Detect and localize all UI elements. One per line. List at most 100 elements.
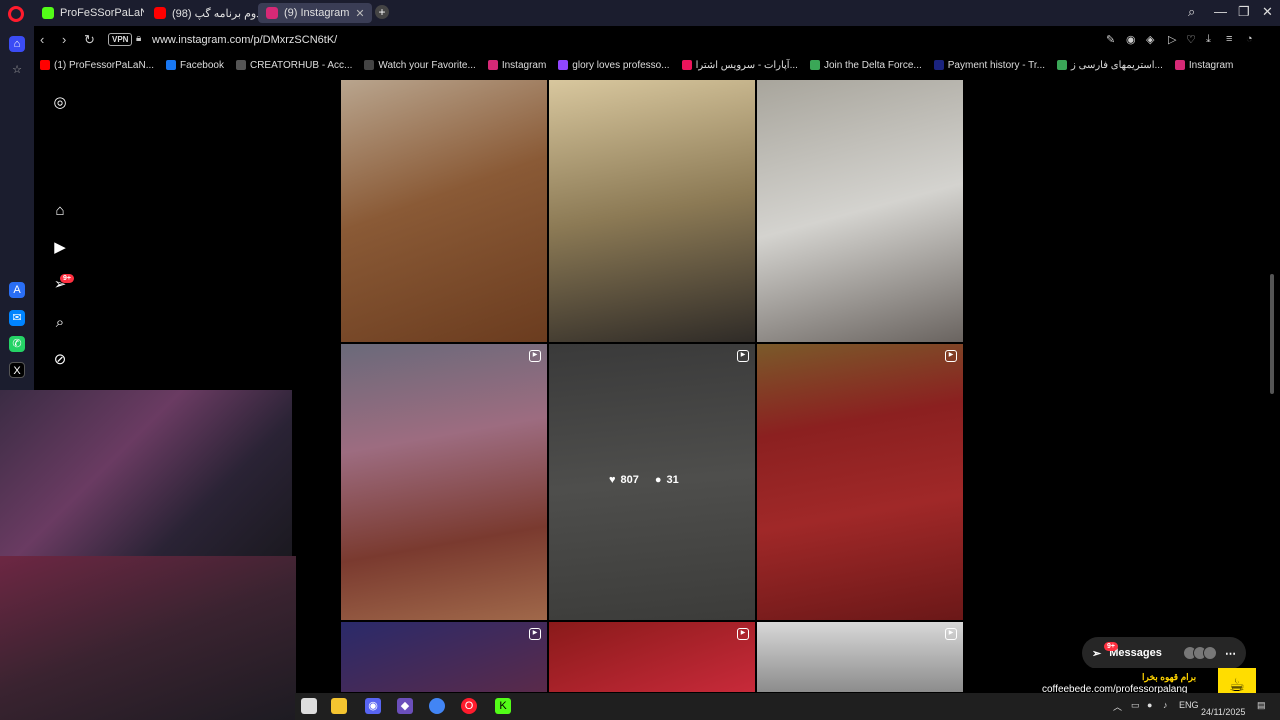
bookmark-label: Payment history - Tr... [947,59,1046,71]
discord-icon[interactable]: ◉ [365,698,381,714]
tab-instagram[interactable]: (9) Instagram ✕ [258,3,372,23]
streamer-camera-feed [0,556,296,720]
bookmark-persian-streams[interactable]: استریمهای فارسی ز... [1051,60,1169,71]
bookmark-twitch[interactable]: glory loves professo... [552,60,675,71]
twitch-icon [558,60,569,70]
bookmark-instagram[interactable]: Instagram [482,60,552,71]
opera-logo-icon[interactable] [8,6,24,22]
reel-icon: ▶ [529,350,541,362]
grid-post[interactable]: ▶ [341,344,547,620]
back-icon[interactable]: ‹ [40,32,44,47]
coffee-text: برام قهوه بخرا [1142,672,1197,682]
shield-icon[interactable]: ◈ [1146,33,1154,46]
stream-icon [1057,60,1068,70]
whatsapp-icon[interactable]: ✆ [9,336,25,352]
language-indicator[interactable]: ENG [1179,700,1199,710]
home-icon[interactable]: ⌂ [9,36,25,52]
tab-youtube[interactable]: (98) قسمت دوم برنامه گپ [146,3,258,23]
x-twitter-icon[interactable]: X [9,362,25,378]
bookmark-aparat[interactable]: آپارات - سرویس اشترا... [676,60,804,71]
close-tab-icon[interactable]: ✕ [355,7,364,20]
windows-taskbar: ◉ ◆ O K ︿ ▭ ● ♪ ENG 24/11/2025 ▤ [295,693,1280,720]
aparat-icon [681,60,692,70]
explore-icon[interactable]: ⊘ [51,351,69,369]
notification-badge: 9+ [60,274,74,283]
likes-value: 807 [620,474,639,486]
reel-icon: ▶ [945,350,957,362]
grid-post[interactable] [757,80,963,342]
notifications-icon[interactable]: ▤ [1257,700,1266,711]
home-icon[interactable]: ⌂ [51,202,69,220]
aria-icon[interactable]: A [9,282,25,298]
search-tabs-icon[interactable]: ⌕ [1188,4,1195,20]
tab-label: (98) قسمت دوم برنامه گپ [172,7,258,20]
grid-post-hovered[interactable]: ▶ ♥ 807 ● 31 [549,344,755,620]
bookmark-instagram-2[interactable]: Instagram [1169,60,1239,71]
kick-icon[interactable]: K [495,698,511,714]
folder-icon[interactable] [331,698,347,714]
lock-icon[interactable]: 🔒︎ [136,33,141,44]
post-stats: ♥ 807 ● 31 [609,474,679,486]
address-bar: ‹ › ↻ VPN 🔒︎ www.instagram.com/p/DMxrzSC… [34,29,1270,51]
grid-post[interactable]: ▶ [341,622,547,692]
bookmark-label: Watch your Favorite... [378,59,476,71]
edit-icon[interactable]: ✎ [1106,33,1115,46]
reel-icon: ▶ [737,350,749,362]
chrome-icon[interactable] [429,698,445,714]
forward-icon[interactable]: › [62,32,66,47]
tray-chevron-icon[interactable]: ︿ [1113,700,1122,713]
messenger-icon[interactable]: ✉ [9,310,25,326]
vpn-badge[interactable]: VPN [108,33,133,46]
heart-icon[interactable]: ♡ [1186,33,1196,46]
camera-icon[interactable]: ◉ [1126,33,1136,46]
volume-icon[interactable]: ♪ [1163,700,1168,710]
instagram-icon [487,60,498,70]
facebook-icon [166,60,177,70]
minimize-icon[interactable]: — [1214,4,1227,19]
bookmark-label: استریمهای فارسی ز... [1071,59,1163,71]
bookmark-facebook[interactable]: Facebook [160,60,230,71]
mic-icon[interactable]: ● [1147,700,1152,710]
play-icon[interactable]: ▷ [1168,33,1176,46]
tab-label: ProFeSSorPaLaNg Stream [60,7,144,19]
file-icon[interactable] [301,698,317,714]
reel-icon: ▶ [737,628,749,640]
opera-icon[interactable]: O [461,698,477,714]
download-icon[interactable]: ⤓ [1206,33,1211,46]
comments-value: 31 [666,474,679,486]
reels-icon[interactable]: ▶ [51,239,69,257]
reel-icon: ▶ [529,628,541,640]
tab-kick-stream[interactable]: ProFeSSorPaLaNg Stream [34,3,144,23]
bookmark-deltaforce[interactable]: Join the Delta Force... [804,60,928,71]
reload-icon[interactable]: ↻ [84,32,95,48]
star-icon[interactable]: ☆ [9,62,25,78]
bookmark-payment[interactable]: Payment history - Tr... [928,60,1051,71]
bookmark-youtube[interactable]: (1) ProFessorPaLaN... [34,60,160,71]
messages-button[interactable]: ➢ 9+ Messages ⋯ [1082,637,1246,669]
search-icon[interactable]: ⌕ [51,314,69,332]
network-icon[interactable]: ▭ [1131,700,1140,711]
youtube-icon [40,60,50,70]
scrollbar[interactable] [1270,274,1274,394]
bookmark-watch[interactable]: Watch your Favorite... [358,60,481,71]
browser-tabbar: ProFeSSorPaLaNg Stream (98) قسمت دوم برن… [0,0,1280,26]
grid-post[interactable] [341,80,547,342]
room-camera-feed [0,390,292,556]
menu-icon[interactable]: ≡ [1226,33,1232,45]
app-icon[interactable]: ◆ [397,698,413,714]
close-window-icon[interactable]: ✕ [1262,4,1273,20]
instagram-logo-icon[interactable]: ◎ [51,94,69,112]
url-field[interactable]: www.instagram.com/p/DMxrzSCN6tK/ [152,34,337,46]
comments-count: ● 31 [655,474,679,486]
creatorhub-icon [235,60,246,70]
date-label[interactable]: 24/11/2025 [1201,707,1245,717]
new-tab-button[interactable]: + [375,5,389,19]
bookmark-creatorhub[interactable]: CREATORHUB - Acc... [230,60,358,71]
profile-icon[interactable]: ◔ [1246,33,1253,45]
bookmark-label: آپارات - سرویس اشترا... [695,59,798,71]
grid-post[interactable]: ▶ [757,344,963,620]
maximize-icon[interactable]: ❐ [1238,4,1250,20]
grid-post[interactable]: ▶ [757,622,963,692]
grid-post[interactable]: ▶ [549,622,755,692]
grid-post[interactable] [549,80,755,342]
